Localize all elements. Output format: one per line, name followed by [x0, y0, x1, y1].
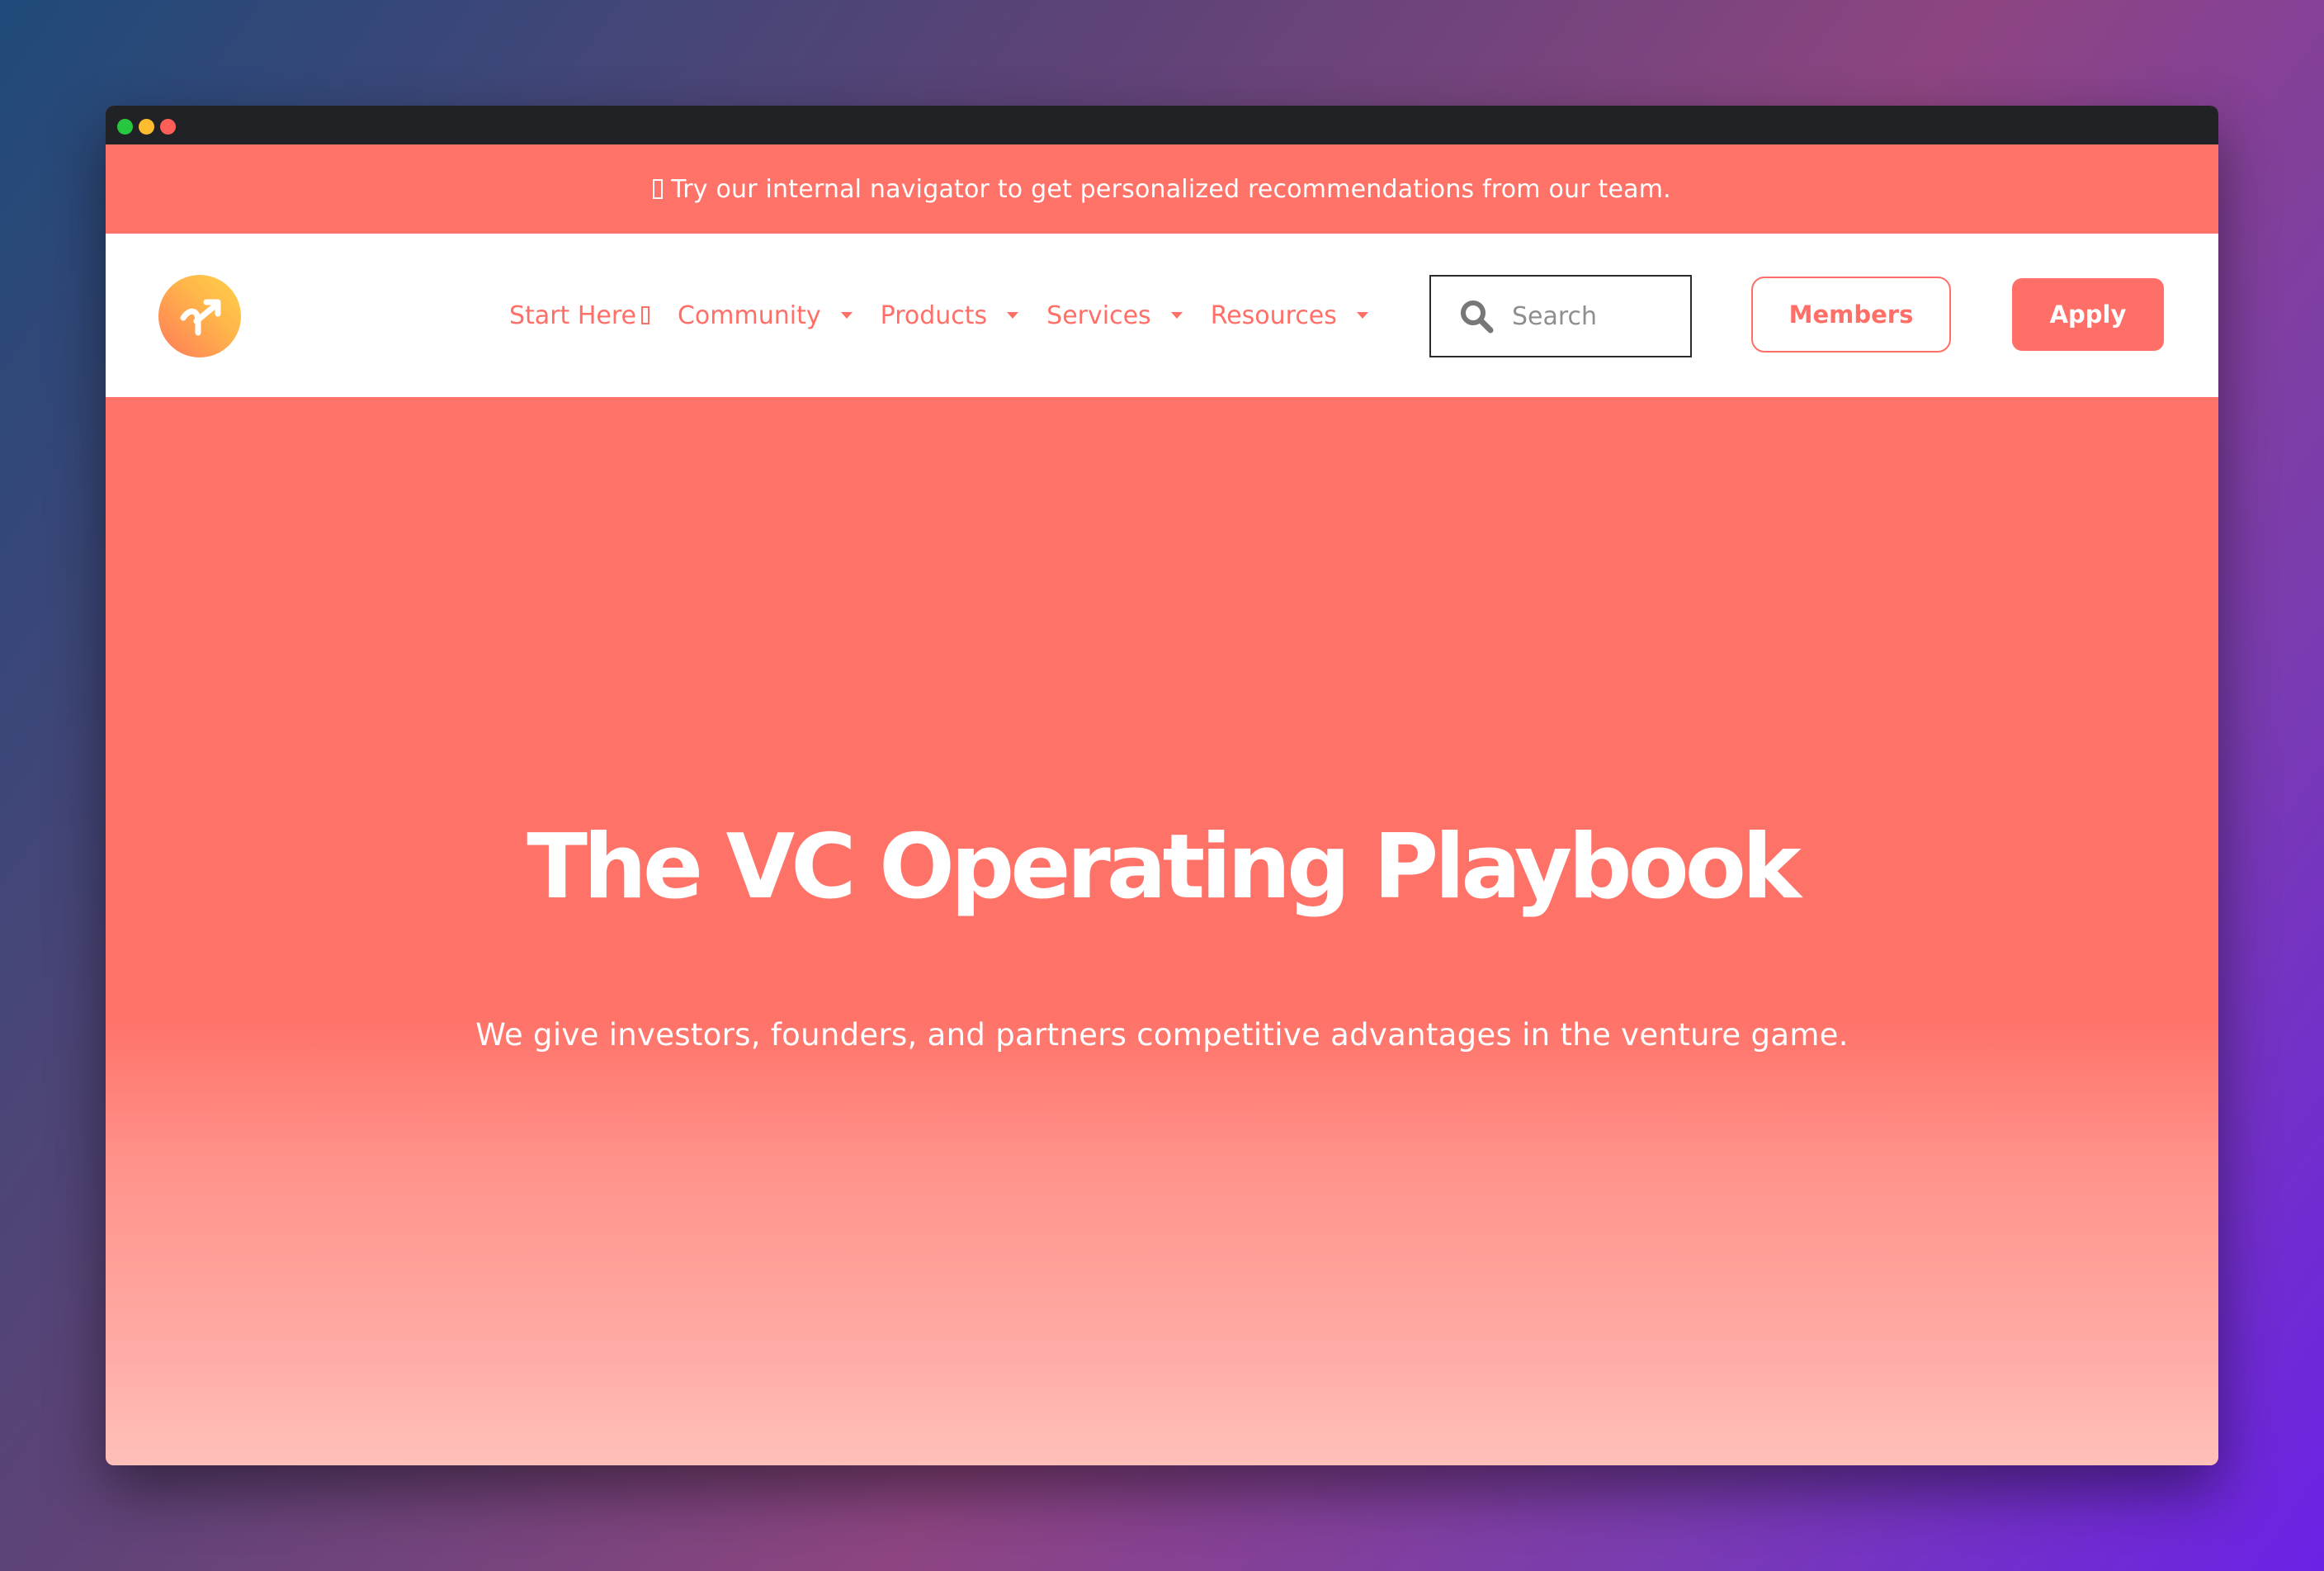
caret-down-icon — [1356, 312, 1368, 319]
nav-community-label: Community — [677, 300, 821, 330]
search-icon — [1461, 300, 1494, 334]
unrecognized-glyph-icon — [653, 179, 664, 199]
nav-start-here-label: Start Here — [509, 300, 636, 330]
caret-down-icon — [1170, 312, 1183, 319]
nav-resources-label: Resources — [1210, 300, 1337, 330]
search-input[interactable] — [1510, 300, 1662, 332]
window-maximize-button[interactable] — [117, 119, 133, 135]
window-minimize-button[interactable] — [139, 119, 154, 135]
nav-start-here[interactable]: Start Here — [509, 301, 649, 330]
hero-section: The VC Operating Playbook We give invest… — [106, 397, 2218, 1465]
announcement-bar[interactable]: Try our internal navigator to get person… — [106, 144, 2218, 234]
hero-subtitle: We give investors, founders, and partner… — [475, 1017, 1849, 1053]
apply-button[interactable]: Apply — [2012, 278, 2164, 351]
apply-button-label: Apply — [2049, 300, 2127, 329]
nav-products-label: Products — [880, 300, 988, 330]
caret-down-icon — [1007, 312, 1019, 319]
browser-window: Try our internal navigator to get person… — [106, 106, 2218, 1465]
nav-services-label: Services — [1046, 300, 1151, 330]
merge-arrow-icon — [180, 299, 221, 336]
hero-title: The VC Operating Playbook — [527, 816, 1801, 919]
window-titlebar — [106, 106, 2218, 144]
site-header: Start Here Community Products Services R… — [106, 234, 2218, 397]
nav-services[interactable]: Services — [1046, 301, 1183, 330]
site-logo[interactable] — [158, 275, 241, 357]
search-box[interactable] — [1429, 275, 1692, 357]
window-close-button[interactable] — [160, 119, 176, 135]
caret-down-icon — [840, 312, 853, 319]
members-button[interactable]: Members — [1751, 277, 1951, 353]
nav-resources[interactable]: Resources — [1211, 301, 1368, 330]
nav-products[interactable]: Products — [881, 301, 1019, 330]
main-nav: Start Here Community Products Services R… — [509, 234, 1396, 397]
nav-community[interactable]: Community — [678, 301, 853, 330]
external-glyph-icon — [640, 306, 649, 324]
members-button-label: Members — [1788, 300, 1914, 329]
announcement-text: Try our internal navigator to get person… — [671, 174, 1671, 204]
